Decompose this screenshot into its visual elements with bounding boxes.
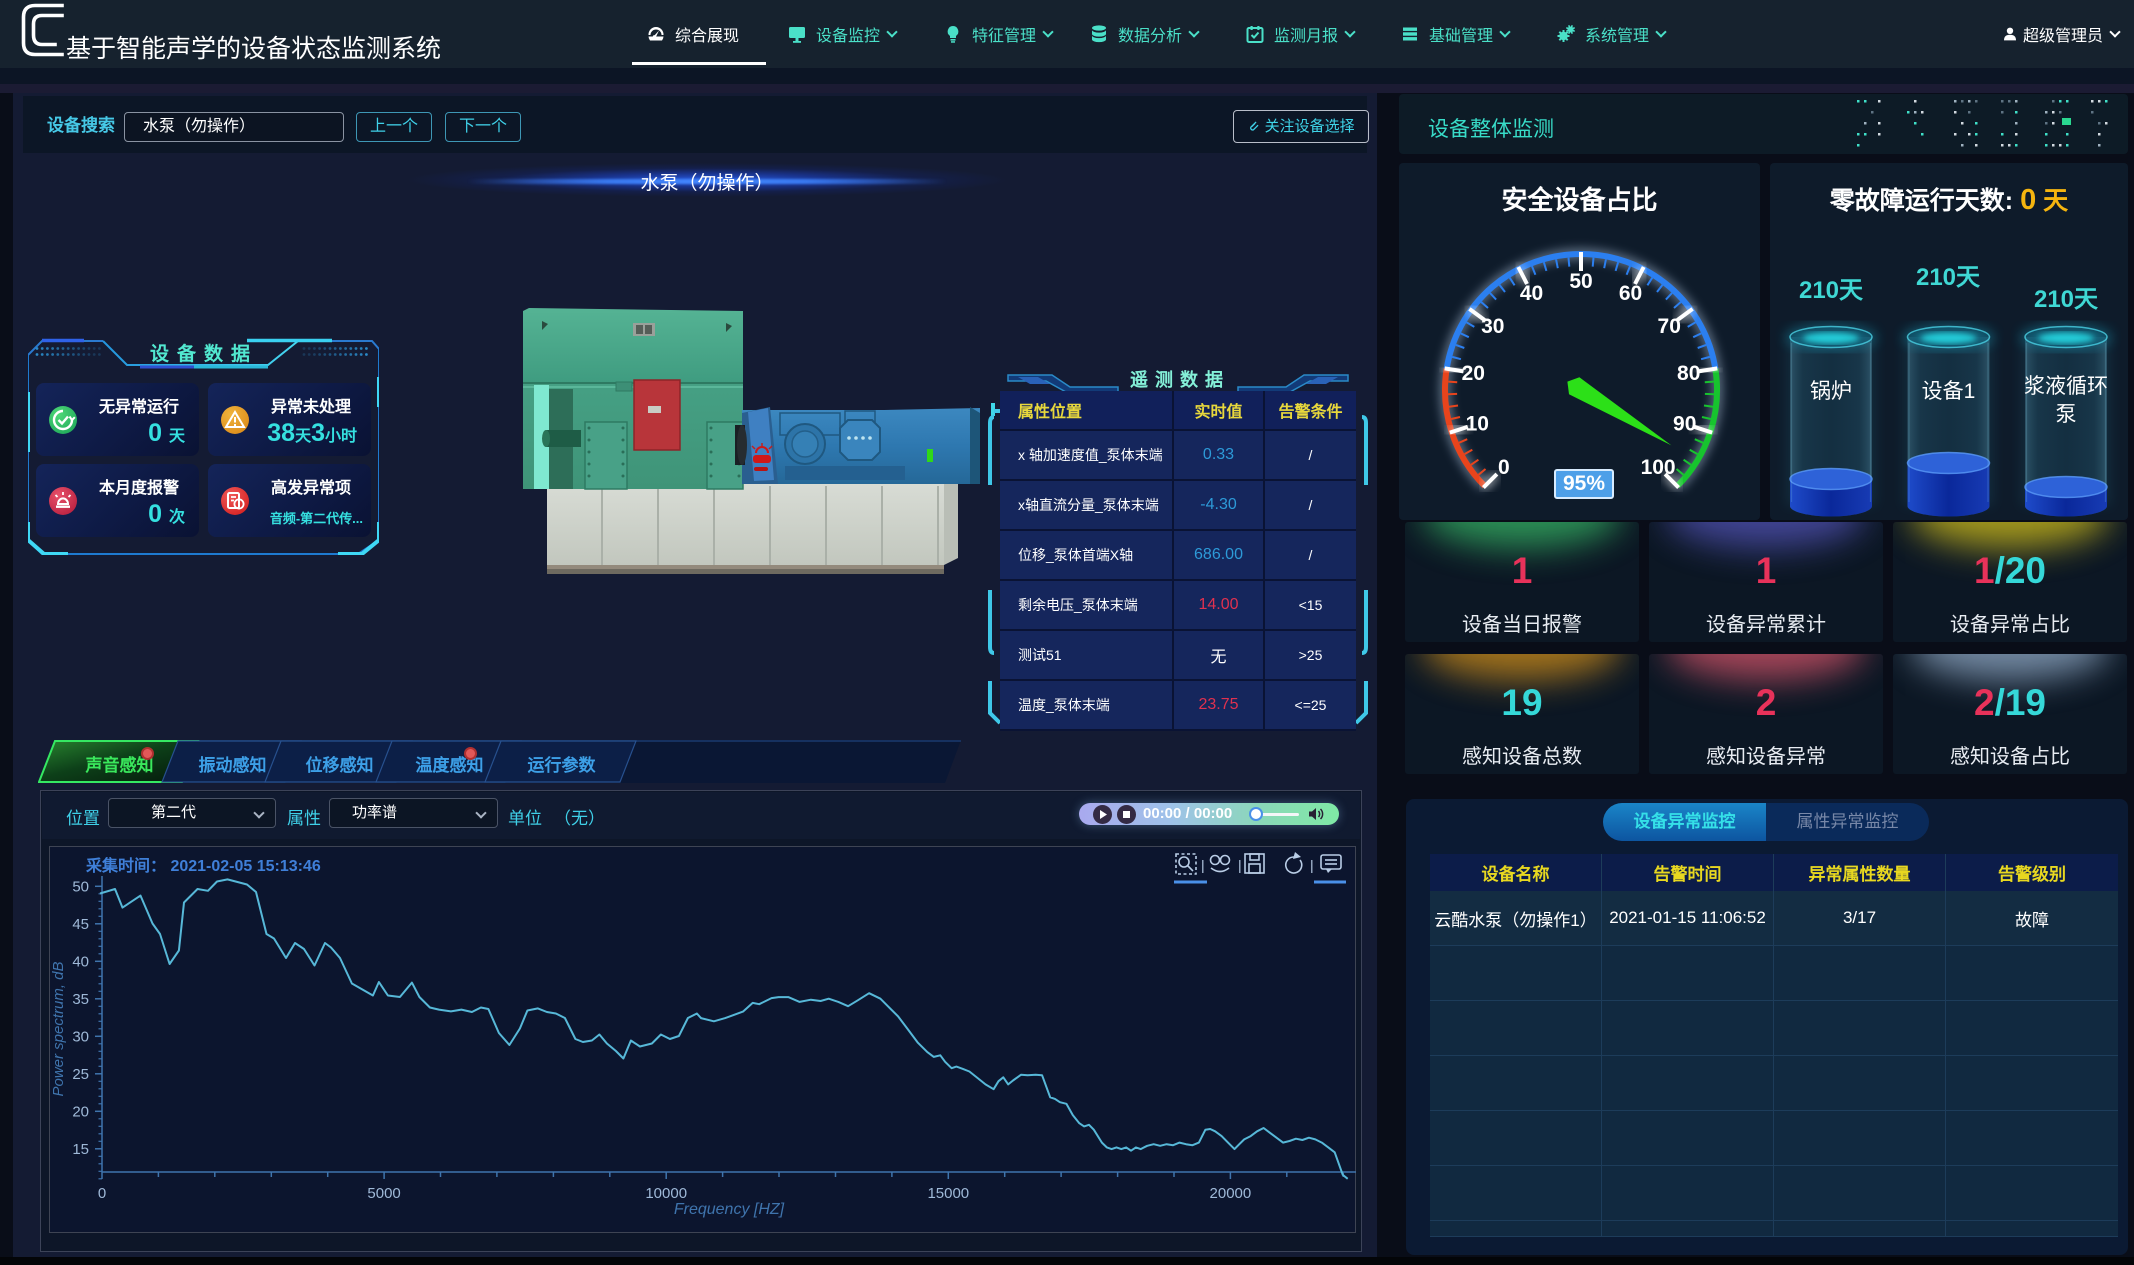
svg-text:20: 20	[1462, 362, 1485, 385]
svg-text:60: 60	[1619, 282, 1642, 305]
svg-text:50: 50	[72, 878, 89, 895]
svg-text:40: 40	[72, 953, 89, 970]
svg-text:45: 45	[72, 916, 89, 933]
svg-text:0: 0	[98, 1185, 106, 1202]
svg-text:100: 100	[1641, 456, 1676, 479]
svg-text:|: |	[1310, 857, 1314, 873]
svg-text:15: 15	[72, 1141, 89, 1158]
svg-text:Power spectrum, dB: Power spectrum, dB	[50, 961, 67, 1096]
svg-text:20000: 20000	[1210, 1185, 1252, 1202]
svg-text:50: 50	[1569, 270, 1592, 293]
svg-text:25: 25	[72, 1066, 89, 1083]
svg-text:5000: 5000	[367, 1185, 400, 1202]
svg-text:Frequency [HZ]: Frequency [HZ]	[674, 1201, 785, 1218]
svg-text:90: 90	[1673, 413, 1696, 436]
svg-text:80: 80	[1677, 362, 1700, 385]
svg-text:0: 0	[1498, 456, 1510, 479]
svg-text:70: 70	[1658, 315, 1681, 338]
svg-text:40: 40	[1520, 282, 1543, 305]
svg-text:10: 10	[1466, 413, 1489, 436]
svg-text:30: 30	[72, 1028, 89, 1045]
svg-text:30: 30	[1481, 315, 1504, 338]
svg-text:采集时间： 2021-02-05 15:13:46: 采集时间： 2021-02-05 15:13:46	[85, 856, 321, 875]
svg-text:|: |	[1201, 857, 1205, 873]
svg-text:|: |	[1238, 857, 1242, 873]
svg-text:35: 35	[72, 991, 89, 1008]
svg-text:10000: 10000	[645, 1185, 687, 1202]
svg-text:20: 20	[72, 1103, 89, 1120]
svg-text:15000: 15000	[927, 1185, 969, 1202]
